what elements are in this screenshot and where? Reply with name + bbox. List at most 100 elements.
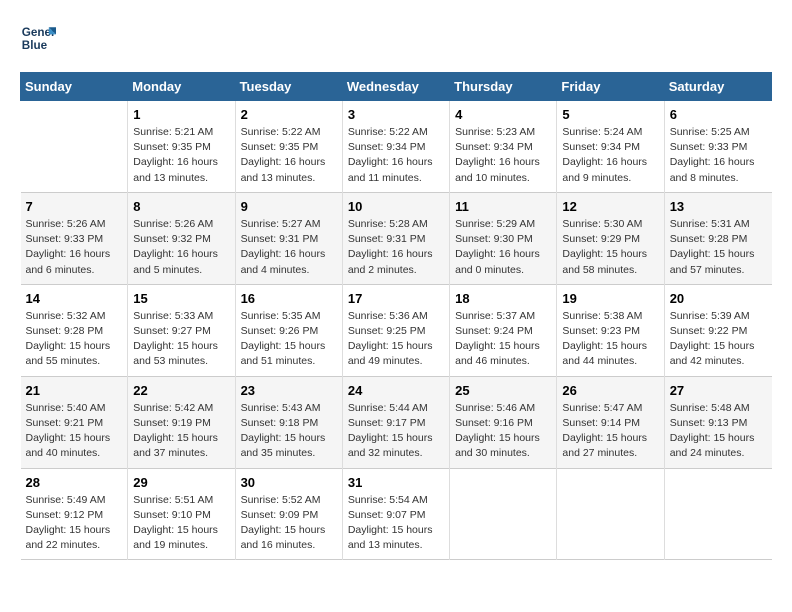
calendar-cell: 21 Sunrise: 5:40 AMSunset: 9:21 PMDayligh… bbox=[21, 376, 128, 468]
day-info: Sunrise: 5:42 AMSunset: 9:19 PMDaylight:… bbox=[133, 401, 229, 462]
calendar-cell bbox=[557, 468, 664, 560]
day-number: 24 bbox=[348, 383, 444, 398]
calendar-table: SundayMondayTuesdayWednesdayThursdayFrid… bbox=[20, 72, 772, 560]
column-header-friday: Friday bbox=[557, 73, 664, 101]
day-number: 7 bbox=[26, 199, 123, 214]
day-info: Sunrise: 5:22 AMSunset: 9:34 PMDaylight:… bbox=[348, 125, 444, 186]
calendar-cell: 13Sunrise: 5:31 AMSunset: 9:28 PMDayligh… bbox=[664, 192, 771, 284]
day-number: 14 bbox=[26, 291, 123, 306]
day-number: 23 bbox=[241, 383, 337, 398]
column-header-monday: Monday bbox=[128, 73, 235, 101]
calendar-cell: 4 Sunrise: 5:23 AMSunset: 9:34 PMDaylight… bbox=[450, 101, 557, 193]
calendar-cell: 14 Sunrise: 5:32 AMSunset: 9:28 PMDayligh… bbox=[21, 284, 128, 376]
day-number: 4 bbox=[455, 107, 551, 122]
day-info: Sunrise: 5:47 AMSunset: 9:14 PMDaylight:… bbox=[562, 401, 658, 462]
calendar-cell: 9 Sunrise: 5:27 AMSunset: 9:31 PMDaylight… bbox=[235, 192, 342, 284]
day-number: 26 bbox=[562, 383, 658, 398]
day-number: 1 bbox=[133, 107, 229, 122]
calendar-cell: 18Sunrise: 5:37 AMSunset: 9:24 PMDayligh… bbox=[450, 284, 557, 376]
calendar-cell: 10Sunrise: 5:28 AMSunset: 9:31 PMDayligh… bbox=[342, 192, 449, 284]
calendar-cell: 26 Sunrise: 5:47 AMSunset: 9:14 PMDayligh… bbox=[557, 376, 664, 468]
day-info: Sunrise: 5:28 AMSunset: 9:31 PMDaylight:… bbox=[348, 217, 444, 278]
day-number: 15 bbox=[133, 291, 229, 306]
day-info: Sunrise: 5:23 AMSunset: 9:34 PMDaylight:… bbox=[455, 125, 551, 186]
calendar-cell: 17Sunrise: 5:36 AMSunset: 9:25 PMDayligh… bbox=[342, 284, 449, 376]
calendar-cell: 24 Sunrise: 5:44 AMSunset: 9:17 PMDayligh… bbox=[342, 376, 449, 468]
day-info: Sunrise: 5:44 AMSunset: 9:17 PMDaylight:… bbox=[348, 401, 444, 462]
calendar-cell: 30 Sunrise: 5:52 AMSunset: 9:09 PMDayligh… bbox=[235, 468, 342, 560]
day-info: Sunrise: 5:40 AMSunset: 9:21 PMDaylight:… bbox=[26, 401, 123, 462]
day-info: Sunrise: 5:49 AMSunset: 9:12 PMDaylight:… bbox=[26, 493, 123, 554]
day-number: 19 bbox=[562, 291, 658, 306]
day-info: Sunrise: 5:33 AMSunset: 9:27 PMDaylight:… bbox=[133, 309, 229, 370]
column-header-saturday: Saturday bbox=[664, 73, 771, 101]
day-number: 22 bbox=[133, 383, 229, 398]
day-number: 31 bbox=[348, 475, 444, 490]
day-info: Sunrise: 5:27 AMSunset: 9:31 PMDaylight:… bbox=[241, 217, 337, 278]
day-number: 29 bbox=[133, 475, 229, 490]
header-row: SundayMondayTuesdayWednesdayThursdayFrid… bbox=[21, 73, 772, 101]
day-info: Sunrise: 5:51 AMSunset: 9:10 PMDaylight:… bbox=[133, 493, 229, 554]
day-info: Sunrise: 5:22 AMSunset: 9:35 PMDaylight:… bbox=[241, 125, 337, 186]
day-info: Sunrise: 5:25 AMSunset: 9:33 PMDaylight:… bbox=[670, 125, 767, 186]
calendar-cell: 6 Sunrise: 5:25 AMSunset: 9:33 PMDaylight… bbox=[664, 101, 771, 193]
week-row-1: 1 Sunrise: 5:21 AMSunset: 9:35 PMDaylight… bbox=[21, 101, 772, 193]
calendar-cell: 28 Sunrise: 5:49 AMSunset: 9:12 PMDayligh… bbox=[21, 468, 128, 560]
calendar-cell: 5 Sunrise: 5:24 AMSunset: 9:34 PMDaylight… bbox=[557, 101, 664, 193]
calendar-cell: 29 Sunrise: 5:51 AMSunset: 9:10 PMDayligh… bbox=[128, 468, 235, 560]
day-number: 11 bbox=[455, 199, 551, 214]
day-info: Sunrise: 5:46 AMSunset: 9:16 PMDaylight:… bbox=[455, 401, 551, 462]
column-header-wednesday: Wednesday bbox=[342, 73, 449, 101]
day-number: 21 bbox=[26, 383, 123, 398]
calendar-cell: 7Sunrise: 5:26 AMSunset: 9:33 PMDaylight… bbox=[21, 192, 128, 284]
day-info: Sunrise: 5:26 AMSunset: 9:32 PMDaylight:… bbox=[133, 217, 229, 278]
calendar-cell: 3 Sunrise: 5:22 AMSunset: 9:34 PMDaylight… bbox=[342, 101, 449, 193]
calendar-cell: 16Sunrise: 5:35 AMSunset: 9:26 PMDayligh… bbox=[235, 284, 342, 376]
column-header-thursday: Thursday bbox=[450, 73, 557, 101]
calendar-cell bbox=[664, 468, 771, 560]
column-header-tuesday: Tuesday bbox=[235, 73, 342, 101]
day-info: Sunrise: 5:54 AMSunset: 9:07 PMDaylight:… bbox=[348, 493, 444, 554]
calendar-cell: 25Sunrise: 5:46 AMSunset: 9:16 PMDayligh… bbox=[450, 376, 557, 468]
day-info: Sunrise: 5:24 AMSunset: 9:34 PMDaylight:… bbox=[562, 125, 658, 186]
calendar-cell: 1 Sunrise: 5:21 AMSunset: 9:35 PMDaylight… bbox=[128, 101, 235, 193]
calendar-cell: 8 Sunrise: 5:26 AMSunset: 9:32 PMDaylight… bbox=[128, 192, 235, 284]
calendar-cell: 23 Sunrise: 5:43 AMSunset: 9:18 PMDayligh… bbox=[235, 376, 342, 468]
day-number: 27 bbox=[670, 383, 767, 398]
day-number: 8 bbox=[133, 199, 229, 214]
day-info: Sunrise: 5:36 AMSunset: 9:25 PMDaylight:… bbox=[348, 309, 444, 370]
calendar-cell: 12 Sunrise: 5:30 AMSunset: 9:29 PMDayligh… bbox=[557, 192, 664, 284]
calendar-cell: 2 Sunrise: 5:22 AMSunset: 9:35 PMDaylight… bbox=[235, 101, 342, 193]
day-number: 6 bbox=[670, 107, 767, 122]
calendar-cell: 20Sunrise: 5:39 AMSunset: 9:22 PMDayligh… bbox=[664, 284, 771, 376]
calendar-cell: 31 Sunrise: 5:54 AMSunset: 9:07 PMDayligh… bbox=[342, 468, 449, 560]
calendar-cell: 27 Sunrise: 5:48 AMSunset: 9:13 PMDayligh… bbox=[664, 376, 771, 468]
week-row-4: 21 Sunrise: 5:40 AMSunset: 9:21 PMDayligh… bbox=[21, 376, 772, 468]
day-info: Sunrise: 5:48 AMSunset: 9:13 PMDaylight:… bbox=[670, 401, 767, 462]
day-number: 16 bbox=[241, 291, 337, 306]
day-number: 28 bbox=[26, 475, 123, 490]
day-number: 18 bbox=[455, 291, 551, 306]
day-info: Sunrise: 5:21 AMSunset: 9:35 PMDaylight:… bbox=[133, 125, 229, 186]
calendar-cell bbox=[21, 101, 128, 193]
day-number: 12 bbox=[562, 199, 658, 214]
day-info: Sunrise: 5:43 AMSunset: 9:18 PMDaylight:… bbox=[241, 401, 337, 462]
logo-icon: General Blue bbox=[20, 20, 56, 56]
day-info: Sunrise: 5:52 AMSunset: 9:09 PMDaylight:… bbox=[241, 493, 337, 554]
day-number: 30 bbox=[241, 475, 337, 490]
logo: General Blue bbox=[20, 20, 56, 56]
day-number: 3 bbox=[348, 107, 444, 122]
day-info: Sunrise: 5:29 AMSunset: 9:30 PMDaylight:… bbox=[455, 217, 551, 278]
calendar-cell: 22 Sunrise: 5:42 AMSunset: 9:19 PMDayligh… bbox=[128, 376, 235, 468]
day-number: 2 bbox=[241, 107, 337, 122]
day-info: Sunrise: 5:30 AMSunset: 9:29 PMDaylight:… bbox=[562, 217, 658, 278]
day-number: 9 bbox=[241, 199, 337, 214]
svg-text:Blue: Blue bbox=[22, 39, 48, 52]
calendar-cell: 15 Sunrise: 5:33 AMSunset: 9:27 PMDayligh… bbox=[128, 284, 235, 376]
day-info: Sunrise: 5:32 AMSunset: 9:28 PMDaylight:… bbox=[26, 309, 123, 370]
calendar-cell: 19 Sunrise: 5:38 AMSunset: 9:23 PMDayligh… bbox=[557, 284, 664, 376]
page-header: General Blue bbox=[20, 20, 772, 56]
calendar-cell bbox=[450, 468, 557, 560]
day-number: 5 bbox=[562, 107, 658, 122]
day-info: Sunrise: 5:38 AMSunset: 9:23 PMDaylight:… bbox=[562, 309, 658, 370]
